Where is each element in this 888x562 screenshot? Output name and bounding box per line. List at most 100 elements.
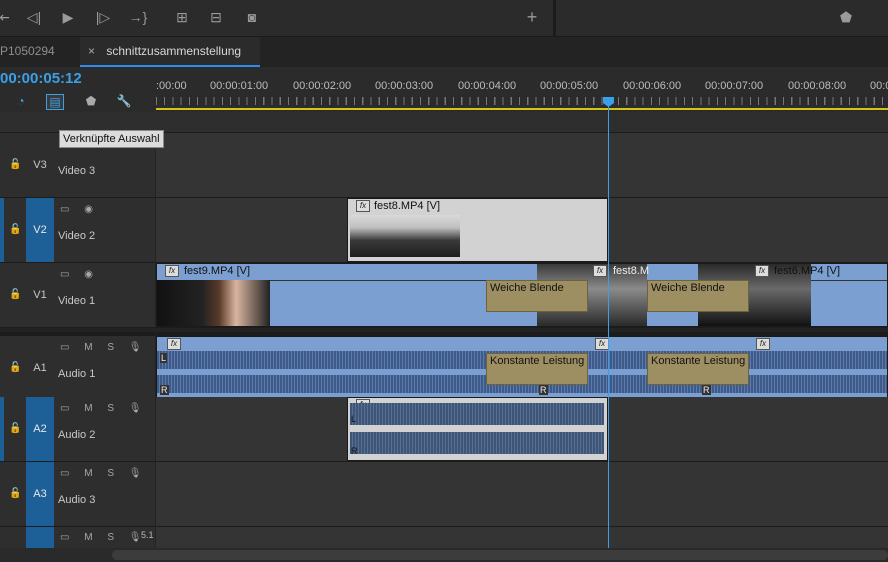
ruler-label: 00:00:08:00 (788, 80, 847, 92)
lock-icon[interactable]: 🔓 (9, 362, 21, 373)
track-header-v1: 🔓 V1 ▭ ◉ Video 1 (0, 263, 155, 328)
sequence-tabs: P1050294 × schnittzusammenstellung ≡ (0, 37, 888, 86)
play-stop-icon[interactable]: ◁| (24, 8, 44, 26)
track-id[interactable]: V3 (26, 159, 54, 171)
clip-label: fest8.MP4 [V] (374, 200, 441, 212)
transition-constant-power[interactable]: Konstante Leistung (486, 353, 588, 385)
track-toggle-icons[interactable]: ▭ M S 🎙 (60, 342, 148, 353)
transition-cross-dissolve[interactable]: Weiche Blende (486, 280, 588, 312)
tab-schnittzusammenstellung[interactable]: × schnittzusammenstellung ≡ (80, 37, 260, 86)
export-frame-icon[interactable]: ◙ (242, 8, 262, 26)
timecode-display[interactable]: 00:00:05:12 (0, 70, 82, 87)
transition-cross-dissolve[interactable]: Weiche Blende (647, 280, 749, 312)
playhead-line[interactable] (608, 98, 609, 548)
fx-badge: fx (593, 265, 607, 278)
lock-icon[interactable]: 🔓 (9, 224, 21, 235)
track-lane-v1[interactable]: fx fest9.MP4 [V] fx fest8.M fx fest6.MP4… (156, 263, 888, 328)
track-name: Audio 2 (58, 429, 96, 441)
panel-divider[interactable] (553, 0, 556, 36)
add-marker-icon[interactable]: ⬟ (83, 94, 99, 108)
ruler-ticks (156, 97, 888, 105)
transition-constant-power[interactable]: Konstante Leistung (647, 353, 749, 385)
track-name: Audio 1 (58, 368, 96, 380)
channel-label: R (351, 446, 358, 456)
play-icon[interactable]: ▶ (58, 8, 78, 26)
insert-icon[interactable]: ⊞ (172, 8, 192, 26)
tab-label: P1050294 (0, 44, 55, 58)
lock-icon[interactable]: 🔓 (9, 423, 21, 434)
fx-badge: fx (356, 200, 370, 213)
lock-icon[interactable]: 🔓 (9, 289, 21, 300)
video-clip[interactable]: fx fest8.MP4 [V] (347, 198, 608, 262)
clip-label: fest6.MP4 [V] (774, 265, 841, 277)
fx-badge: fx (756, 338, 770, 351)
transport-toolbar: ⇤ ◁| ▶ |▷ →} ⊞ ⊟ ◙ + ⬟ (0, 0, 888, 37)
track-toggle-icons[interactable]: ▭ M S 🎙 (60, 532, 148, 543)
time-ruler[interactable]: :00:00 00:00:01:00 00:00:02:00 00:00:03:… (156, 67, 888, 112)
track-id[interactable]: V2 (26, 198, 54, 262)
fx-badge: fx (755, 265, 769, 278)
lock-icon[interactable]: 🔓 (9, 488, 21, 499)
ruler-label: :00:00 (156, 80, 187, 92)
ruler-label: 00:00:02:00 (293, 80, 352, 92)
track-lane-a2[interactable]: fx L R (156, 397, 888, 462)
timeline-header: 00:00:05:12 ◔ ▤ ⬟ 🔧 ➤ :00:00 00:00:01:00… (0, 67, 888, 125)
channel-label: R (539, 385, 548, 395)
track-name: Audio 3 (58, 494, 96, 506)
track-header-a1: 🔓 A1 ▭ M S 🎙 Audio 1 (0, 332, 155, 401)
track-lane-master[interactable] (156, 527, 888, 549)
ruler-label: 00:00:04:00 (458, 80, 517, 92)
ruler-label: 00:00:06:00 (623, 80, 682, 92)
track-id[interactable]: A3 (26, 462, 54, 526)
scrollbar-thumb[interactable] (112, 550, 888, 560)
overwrite-icon[interactable]: ⊟ (206, 8, 226, 26)
wrench-icon[interactable]: 🔧 (116, 94, 132, 108)
linked-selection-icon[interactable]: ▤ (46, 94, 64, 110)
track-id[interactable] (26, 527, 54, 548)
tooltip: Verknüpfte Auswahl (59, 130, 164, 148)
snap-icon[interactable]: ◔ (13, 94, 29, 108)
track-id[interactable]: A1 (26, 362, 54, 374)
fx-badge: fx (165, 265, 179, 278)
add-button-icon[interactable]: + (522, 8, 542, 26)
step-back-icon[interactable]: ⇤ (0, 8, 14, 26)
track-lane-a1[interactable]: fx fx fx L R R R Konstante Leistung Kons… (156, 332, 888, 401)
channel-label: R (160, 385, 169, 395)
track-toggle-icons[interactable]: ▭ M S 🎙 (60, 403, 148, 414)
ruler-label: 00:00:05:00 (540, 80, 599, 92)
track-name: Video 1 (58, 295, 96, 307)
audio-clip[interactable]: fx L R (347, 397, 608, 461)
track-header-master: ▭ M S 🎙 5.1 (0, 527, 155, 549)
clip-thumbnail (350, 215, 460, 257)
shuttle-icon[interactable]: →} (128, 8, 148, 26)
track-lane-v2[interactable]: fx fest8.MP4 [V] (156, 198, 888, 263)
close-icon[interactable]: × (88, 44, 95, 58)
ruler-label: 00:00:03:00 (375, 80, 434, 92)
waveform-right (350, 432, 604, 454)
tab-p1050294[interactable]: P1050294 (0, 37, 78, 65)
channel-badge: 5.1 (141, 530, 154, 540)
track-toggle-icons[interactable]: ▭ ◉ (60, 204, 99, 215)
work-area-bar[interactable] (156, 108, 888, 110)
track-header-v2: 🔓 V2 ▭ ◉ Video 2 (0, 198, 155, 263)
track-id[interactable]: A2 (26, 397, 54, 461)
horizontal-scrollbar[interactable] (0, 548, 888, 562)
track-id[interactable]: V1 (26, 289, 54, 301)
clip-label: fest8.M (613, 265, 650, 277)
track-header-a2: 🔓 A2 ▭ M S 🎙 Audio 2 (0, 397, 155, 462)
clip-label: fest9.MP4 [V] (184, 265, 251, 277)
ruler-label: 00:00:01:00 (210, 80, 269, 92)
target-indicator (0, 198, 4, 262)
channel-label: R (702, 385, 711, 395)
lock-icon[interactable]: 🔓 (9, 159, 21, 170)
track-lane-v3[interactable] (156, 133, 888, 198)
ruler-label: 00:0 (870, 80, 888, 92)
track-name: Video 2 (58, 230, 96, 242)
target-indicator (0, 397, 4, 461)
step-forward-icon[interactable]: |▷ (93, 8, 113, 26)
marker-icon[interactable]: ⬟ (836, 8, 856, 26)
track-toggle-icons[interactable]: ▭ ◉ (60, 269, 99, 280)
channel-label: L (351, 414, 357, 424)
track-lane-a3[interactable] (156, 462, 888, 527)
track-toggle-icons[interactable]: ▭ M S 🎙 (60, 468, 148, 479)
